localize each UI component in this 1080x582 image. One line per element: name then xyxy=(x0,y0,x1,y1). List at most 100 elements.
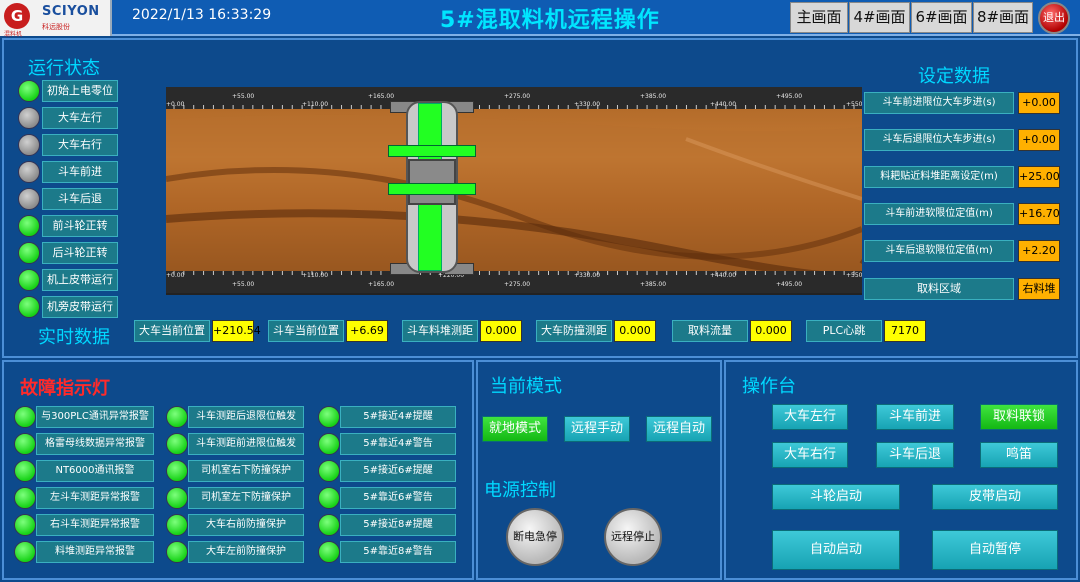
fault-led-1-0 xyxy=(166,406,188,428)
scale-top-major-3: +330.00 xyxy=(574,101,601,108)
mode-title: 当前模式 xyxy=(490,376,562,397)
fault-label-2-0: 5#接近4#提醒 xyxy=(340,406,456,428)
stockpile-image xyxy=(165,109,876,281)
status-led-5 xyxy=(18,215,40,237)
scale-top: +0.00+110.00+220.00+330.00+440.00+550.00… xyxy=(166,87,862,109)
status-label-7: 机上皮带运行 xyxy=(42,269,118,291)
logo-icon: G xyxy=(4,3,30,29)
fault-label-0-3: 左斗车测距异常报警 xyxy=(36,487,154,509)
realtime-value-2: 0.000 xyxy=(480,320,522,342)
fault-led-0-4 xyxy=(14,514,36,536)
scale-bot-minor-4: +495.00 xyxy=(776,281,803,288)
front-bucket-wheel xyxy=(388,145,476,157)
status-led-1 xyxy=(18,107,40,129)
realtime-value-5: 7170 xyxy=(884,320,926,342)
status-label-4: 斗车后退 xyxy=(42,188,118,210)
fault-led-0-2 xyxy=(14,460,36,482)
belt-start-button[interactable]: 皮带启动 xyxy=(932,484,1058,510)
fault-label-0-5: 料堆测距异常报警 xyxy=(36,541,154,563)
fault-led-0-1 xyxy=(14,433,36,455)
setting-value-3[interactable]: +16.70 xyxy=(1018,203,1060,225)
datetime: 2022/1/13 16:33:29 xyxy=(132,7,272,23)
scale-top-major-5: +550.00 xyxy=(846,101,862,108)
scale-bot-major-1: +110.00 xyxy=(302,272,329,279)
scale-top-minor-3: +385.00 xyxy=(640,93,667,100)
scale-bot-minor-1: +165.00 xyxy=(368,281,395,288)
fault-led-2-5 xyxy=(318,541,340,563)
scale-bot-major-0: +0.00 xyxy=(166,272,185,279)
realtime-label-5: PLC心跳 xyxy=(806,320,882,342)
area-value[interactable]: 右料堆 xyxy=(1018,278,1060,300)
remote-manual-button[interactable]: 远程手动 xyxy=(564,416,630,442)
fault-led-2-4 xyxy=(318,514,340,536)
realtime-value-0: +210.54 xyxy=(212,320,261,342)
scale-bot-minor-0: +55.00 xyxy=(232,281,255,288)
setting-value-1[interactable]: +0.00 xyxy=(1018,129,1060,151)
cart-left-button[interactable]: 大车左行 xyxy=(772,404,848,430)
setting-value-4[interactable]: +2.20 xyxy=(1018,240,1060,262)
fault-led-1-4 xyxy=(166,514,188,536)
reclaim-interlock-button[interactable]: 取料联锁 xyxy=(980,404,1058,430)
emergency-stop-button[interactable]: 断电急停 xyxy=(506,508,564,566)
realtime-title: 实时数据 xyxy=(38,327,110,348)
status-led-0 xyxy=(18,80,40,102)
logo: G SCIYON 科远股份 混料机 xyxy=(0,0,112,38)
remote-auto-button[interactable]: 远程自动 xyxy=(646,416,712,442)
fault-led-1-3 xyxy=(166,487,188,509)
scale-bot-minor-3: +385.00 xyxy=(640,281,667,288)
fault-label-0-4: 右斗车测距异常报警 xyxy=(36,514,154,536)
scale-bot-major-4: +440.00 xyxy=(710,272,737,279)
bucket-wheel-start-button[interactable]: 斗轮启动 xyxy=(772,484,900,510)
fault-title: 故障指示灯 xyxy=(20,378,110,399)
nav-main-button[interactable]: 主画面 xyxy=(790,2,848,33)
cart-right-button[interactable]: 大车右行 xyxy=(772,442,848,468)
status-label-6: 后斗轮正转 xyxy=(42,242,118,264)
setting-value-2[interactable]: +25.00 xyxy=(1018,166,1060,188)
status-label-8: 机旁皮带运行 xyxy=(42,296,118,318)
setting-label-2: 料耙贴近料堆距离设定(m) xyxy=(864,166,1014,188)
nav-4-button[interactable]: 4#画面 xyxy=(849,2,910,33)
fault-label-1-2: 司机室右下防撞保护 xyxy=(188,460,304,482)
realtime-label-0: 大车当前位置 xyxy=(134,320,210,342)
fault-label-1-1: 斗车测距前进限位触发 xyxy=(188,433,304,455)
fault-led-0-3 xyxy=(14,487,36,509)
fault-led-1-1 xyxy=(166,433,188,455)
fault-led-2-2 xyxy=(318,460,340,482)
fault-label-1-0: 斗车测距后退限位触发 xyxy=(188,406,304,428)
bucket-forward-button[interactable]: 斗车前进 xyxy=(876,404,954,430)
auto-pause-button[interactable]: 自动暂停 xyxy=(932,530,1058,570)
fault-led-0-0 xyxy=(14,406,36,428)
realtime-value-4: 0.000 xyxy=(750,320,792,342)
scale-top-minor-0: +55.00 xyxy=(232,93,255,100)
status-label-0: 初始上电零位 xyxy=(42,80,118,102)
nav-8-button[interactable]: 8#画面 xyxy=(973,2,1033,33)
bucket-backward-button[interactable]: 斗车后退 xyxy=(876,442,954,468)
status-led-6 xyxy=(18,242,40,264)
rear-bucket-wheel xyxy=(388,183,476,195)
status-label-1: 大车左行 xyxy=(42,107,118,129)
app-root: G SCIYON 科远股份 混料机 2022/1/13 16:33:29 5#混… xyxy=(0,0,1080,582)
fault-led-2-1 xyxy=(318,433,340,455)
stockpile-view: +0.00+110.00+220.00+330.00+440.00+550.00… xyxy=(165,87,876,295)
remote-stop-button[interactable]: 远程停止 xyxy=(604,508,662,566)
power-title: 电源控制 xyxy=(484,480,556,501)
header-bar: G SCIYON 科远股份 混料机 2022/1/13 16:33:29 5#混… xyxy=(0,0,1080,38)
local-mode-button[interactable]: 就地模式 xyxy=(482,416,548,442)
setting-label-4: 斗车后退软限位定值(m) xyxy=(864,240,1014,262)
fault-label-2-2: 5#接近6#提醒 xyxy=(340,460,456,482)
scale-top-minor-1: +165.00 xyxy=(368,93,395,100)
nav-6-button[interactable]: 6#画面 xyxy=(911,2,972,33)
status-label-2: 大车右行 xyxy=(42,134,118,156)
status-led-3 xyxy=(18,161,40,183)
fault-led-1-2 xyxy=(166,460,188,482)
exit-button[interactable]: 退出 xyxy=(1038,2,1070,34)
horn-button[interactable]: 鸣笛 xyxy=(980,442,1058,468)
scale-bottom: +0.00+110.00+220.00+330.00+440.00+550.00… xyxy=(166,271,862,293)
area-label: 取料区域 xyxy=(864,278,1014,300)
status-led-2 xyxy=(18,134,40,156)
setting-value-0[interactable]: +0.00 xyxy=(1018,92,1060,114)
stockpile-texture xyxy=(165,114,876,281)
setting-label-0: 斗车前进限位大车步进(s) xyxy=(864,92,1014,114)
logo-brand: SCIYON xyxy=(42,4,100,19)
auto-start-button[interactable]: 自动启动 xyxy=(772,530,900,570)
